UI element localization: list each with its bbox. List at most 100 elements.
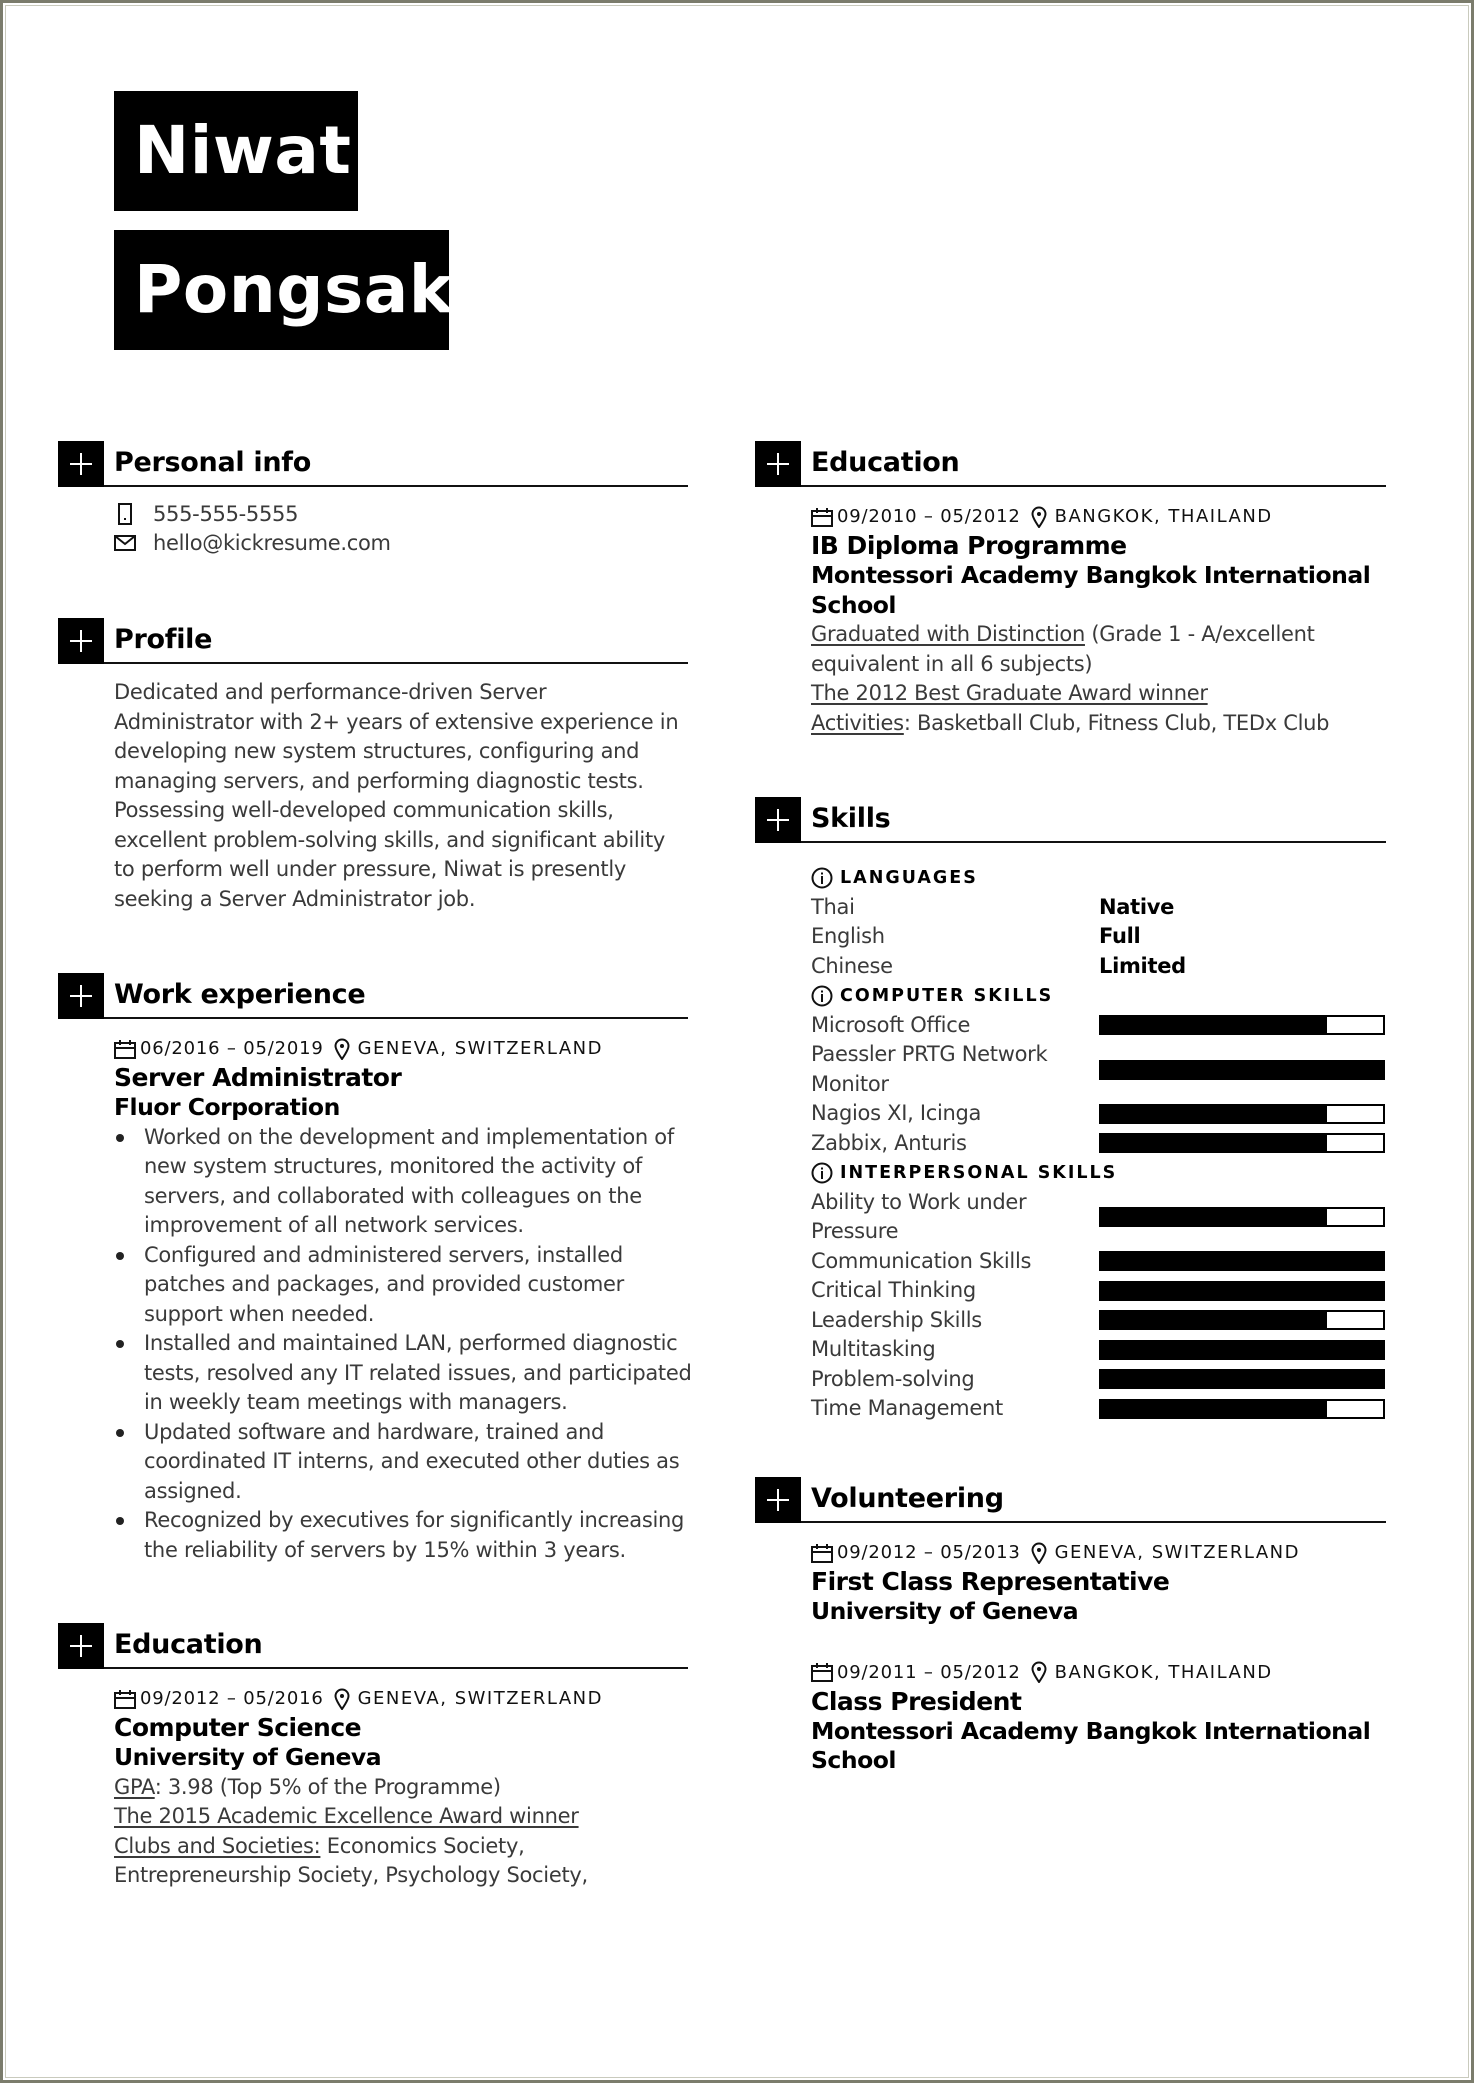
section-header: Profile (58, 618, 688, 664)
language-name: Thai (811, 894, 855, 919)
education-entry: 09/2012 – 05/2016 GENEVA, SWITZERLAND Co… (58, 1669, 688, 1891)
skill-item: Critical Thinking (811, 1276, 1386, 1306)
entry-meta: 06/2016 – 05/2019 GENEVA, SWITZERLAND (114, 1034, 688, 1063)
calendar-icon (114, 1689, 136, 1709)
distinction-label: Graduated with Distinction (811, 622, 1085, 646)
skill-name: Multitasking (811, 1337, 936, 1361)
entry-dates: 09/2010 – 05/2012 (837, 506, 1021, 527)
calendar-icon (811, 1663, 833, 1682)
last-name: Pongsak (114, 230, 453, 350)
clubs-line-2: Entrepreneurship Society, Psychology Soc… (114, 1863, 588, 1887)
skill-name: Critical Thinking (811, 1278, 976, 1302)
list-item: Worked on the development and implementa… (114, 1123, 704, 1241)
award-text: The 2012 Best Graduate Award winner (811, 681, 1208, 705)
section-header: Personal info (58, 441, 688, 487)
language-level: Limited (1099, 953, 1186, 978)
skill-item: Zabbix, Anturis (811, 1129, 1386, 1159)
section-title: Personal info (114, 447, 312, 478)
skill-level-bar (1099, 1059, 1385, 1080)
entry-dates: 09/2011 – 05/2012 (837, 1661, 1021, 1683)
skill-item: Nagios XI, Icinga (811, 1099, 1386, 1129)
entry-location: GENEVA, SWITZERLAND (357, 1038, 604, 1059)
section-volunteering: Volunteering 09/2012 – 05/2013 GENEVA, S… (755, 1477, 1386, 1776)
section-education-university: Education 09/2012 – 05/2016 GENEVA, SWIT… (58, 1623, 688, 1891)
language-name: Chinese (811, 953, 893, 978)
degree-title: Computer Science (114, 1713, 362, 1742)
skill-level-bar (1099, 1251, 1385, 1272)
skill-name: Communication Skills (811, 1248, 1032, 1273)
email-address[interactable]: hello@kickresume.com (153, 531, 391, 555)
entry-dates: 06/2016 – 05/2019 (140, 1038, 324, 1059)
section-title: Volunteering (811, 1483, 1004, 1514)
skill-level-fill (1101, 1253, 1383, 1270)
skills-body: LANGUAGES Thai Native English Full Chinese… (755, 843, 1386, 1424)
computer-skills-list: Microsoft Office Paessler PRTG Network Mon… (811, 1011, 1386, 1159)
interpersonal-skills-list: Ability to Work under Pressure Communicati… (811, 1188, 1386, 1424)
plus-icon (58, 1623, 104, 1669)
list-item: Configured and administered servers, ins… (114, 1241, 654, 1330)
volunteer-role: Class President (811, 1686, 1022, 1716)
contact-email: hello@kickresume.com (114, 529, 688, 559)
profile-line: developing new system structures, config… (114, 739, 640, 763)
volunteer-org: University of Geneva (811, 1597, 1079, 1625)
skill-name: Ability to Work under (811, 1189, 1027, 1214)
section-title: Skills (811, 803, 891, 834)
skill-level-fill (1101, 1371, 1383, 1388)
skill-category-computer: COMPUTER SKILLS (811, 981, 1386, 1011)
activities-label: Activities (811, 710, 904, 735)
skill-category-interpersonal: INTERPERSONAL SKILLS (811, 1158, 1386, 1188)
envelope-icon (114, 532, 136, 554)
skill-name-cont: Monitor (811, 1071, 889, 1096)
job-title: Server Administrator (114, 1063, 402, 1092)
language-item: Thai Native (811, 893, 1386, 923)
section-personal-info: Personal info 555-555-5555 hello@kickres… (58, 441, 688, 558)
entry-meta: 09/2012 – 05/2016 GENEVA, SWITZERLAND (114, 1684, 688, 1713)
profile-line: Dedicated and performance-driven Server (114, 680, 547, 704)
entry-dates: 09/2012 – 05/2016 (140, 1688, 324, 1709)
work-entry: 06/2016 – 05/2019 GENEVA, SWITZERLAND Se… (58, 1019, 692, 1565)
section-title: Work experience (114, 979, 366, 1010)
list-item: Installed and maintained LAN, performed … (114, 1329, 704, 1418)
location-pin-icon (1031, 1542, 1047, 1564)
skill-level-bar (1099, 1369, 1385, 1390)
language-level: Native (1099, 894, 1175, 919)
entry-location: BANGKOK, THAILAND (1054, 1661, 1273, 1683)
entry-location: GENEVA, SWITZERLAND (1054, 1542, 1301, 1563)
gpa-label: GPA (114, 1774, 155, 1799)
skill-level-fill (1101, 1105, 1327, 1122)
category-label: LANGUAGES (840, 867, 978, 888)
profile-line: Possessing well-developed communication … (114, 798, 614, 822)
company-name: Fluor Corporation (114, 1093, 340, 1121)
skill-level-bar (1099, 1103, 1385, 1124)
skill-item: Ability to Work under Pressure (811, 1188, 1386, 1247)
skill-category-languages: LANGUAGES (811, 863, 1386, 893)
section-title: Profile (114, 624, 213, 655)
clubs-line: Clubs and Societies: Economics Society, (114, 1832, 688, 1862)
skill-item: Time Management (811, 1394, 1386, 1424)
skill-item: Paessler PRTG Network Monitor (811, 1040, 1386, 1099)
language-item: English Full (811, 922, 1386, 952)
calendar-icon (811, 507, 833, 527)
skill-level-fill (1101, 1017, 1327, 1034)
skill-level-fill (1101, 1135, 1327, 1152)
plus-icon (58, 618, 104, 664)
calendar-icon (114, 1039, 136, 1059)
skill-item: Problem-solving (811, 1365, 1386, 1395)
location-pin-icon (1031, 1661, 1047, 1683)
school-name-line-1: Montessori Academy Bangkok International (811, 561, 1371, 589)
skill-level-fill (1101, 1341, 1383, 1358)
skill-name: Microsoft Office (811, 1012, 971, 1037)
info-icon (811, 985, 833, 1007)
education-entry: 09/2010 – 05/2012 BANGKOK, THAILAND IB D… (755, 487, 1386, 738)
profile-summary: Dedicated and performance-driven Server … (58, 664, 688, 914)
profile-line: Administrator with 2+ years of extensive… (114, 709, 679, 734)
location-pin-icon (334, 1038, 350, 1060)
section-header: Education (58, 1623, 688, 1669)
award-line: The 2015 Academic Excellence Award winne… (114, 1802, 688, 1832)
skill-level-fill (1101, 1282, 1383, 1299)
phone-number: 555-555-5555 (153, 501, 299, 526)
list-item: Recognized by executives for significant… (114, 1506, 704, 1565)
first-name: Niwat (114, 91, 358, 211)
gpa-value: : 3.98 (Top 5% of the Programme) (154, 1774, 501, 1799)
degree-title: IB Diploma Programme (811, 531, 1127, 560)
